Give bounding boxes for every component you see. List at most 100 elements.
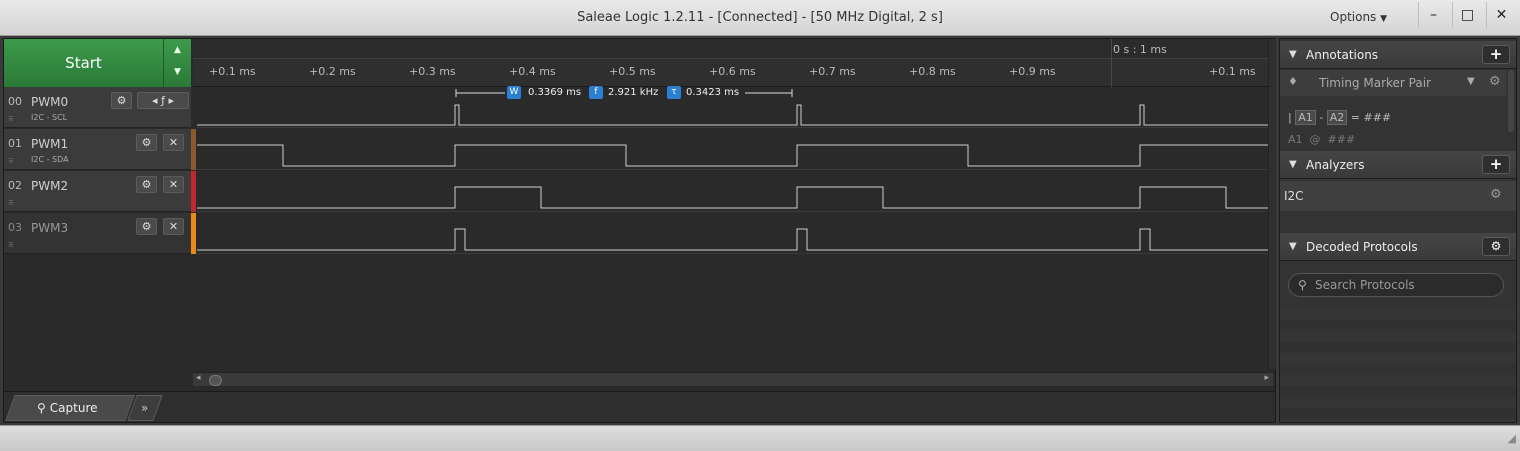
- tick-label: +0.6 ms: [709, 65, 756, 78]
- start-options-button[interactable]: ▲ ▼: [164, 39, 191, 87]
- ruler-top-bar: 0 s : 1 ms: [193, 39, 1268, 59]
- channel-color-bar: [191, 87, 196, 128]
- gear-icon[interactable]: ⚙: [136, 134, 157, 151]
- collapse-triangle-icon[interactable]: ▼: [1289, 241, 1297, 252]
- channel-row-0[interactable]: 00 PWM0 I2C - SCL ⁝⁝⁝⁝ ⚙ ◂ ƒ ▸: [4, 87, 191, 128]
- vertical-scrollbar[interactable]: [1268, 39, 1276, 369]
- analyzer-item[interactable]: I2C ⚙: [1280, 181, 1516, 211]
- start-button[interactable]: Start: [4, 39, 164, 87]
- waveform-pwm1: [197, 144, 1268, 167]
- analyzer-item-label: I2C: [1284, 189, 1304, 203]
- add-annotation-button[interactable]: +: [1482, 45, 1510, 64]
- annotations-scrollbar[interactable]: [1508, 70, 1514, 132]
- minimize-button[interactable]: –: [1418, 2, 1448, 28]
- decoded-protocols-header[interactable]: ▼ Decoded Protocols ⚙: [1280, 233, 1516, 261]
- a2-token[interactable]: A2: [1326, 110, 1348, 125]
- annotation-time-line: A1 @ ###: [1288, 133, 1356, 146]
- marker-pin-icon: ♦: [1288, 75, 1298, 88]
- trigger-selector[interactable]: ◂ ƒ ▸: [137, 92, 189, 109]
- channel-name[interactable]: PWM3: [31, 221, 68, 235]
- channel-row-2[interactable]: 02 PWM2 ⁝⁝⁝⁝ ⚙ ✕: [4, 171, 191, 212]
- gear-icon[interactable]: ⚙: [136, 176, 157, 193]
- channel-color-bar: [191, 129, 196, 170]
- tick-label: +0.8 ms: [909, 65, 956, 78]
- scroll-thumb[interactable]: [209, 375, 222, 386]
- channel-color-bar: [191, 171, 196, 212]
- app-window: Saleae Logic 1.2.11 - [Connected] - [50 …: [0, 0, 1520, 451]
- annotations-header[interactable]: ▼ Annotations +: [1280, 41, 1516, 69]
- scroll-right-icon[interactable]: ▸: [1264, 373, 1269, 383]
- tick-label: +0.9 ms: [1009, 65, 1056, 78]
- options-menu-button[interactable]: Options ▼: [1330, 10, 1387, 24]
- annotations-title: Annotations: [1306, 48, 1379, 62]
- channel-name[interactable]: PWM0: [31, 95, 68, 109]
- frequency-icon: f: [589, 86, 603, 99]
- channel-number: 03: [8, 221, 22, 234]
- formula-separator: -: [1319, 111, 1324, 124]
- gear-icon[interactable]: ⚙: [1489, 74, 1501, 89]
- decoded-protocols-list[interactable]: [1280, 309, 1516, 422]
- search-placeholder: Search Protocols: [1315, 278, 1415, 292]
- chevron-left-icon: ◂: [152, 94, 158, 107]
- gear-icon[interactable]: ⚙: [1490, 187, 1502, 202]
- waveform-track-2[interactable]: [197, 171, 1268, 212]
- gear-icon[interactable]: ⚙: [1482, 237, 1510, 256]
- channel-row-1[interactable]: 01 PWM1 I2C - SDA ⁝⁝⁝⁝ ⚙ ✕: [4, 129, 191, 170]
- collapse-triangle-icon[interactable]: ▼: [1289, 159, 1297, 170]
- channel-analyzer-label: I2C - SDA: [31, 155, 69, 164]
- channel-number: 01: [8, 137, 22, 150]
- time-ruler[interactable]: 0 s : 1 ms +0.1 ms +0.2 ms +0.3 ms +0.4 …: [193, 39, 1268, 87]
- marker-frequency-value: 2.921 kHz: [608, 87, 659, 98]
- analyzers-header[interactable]: ▼ Analyzers +: [1280, 151, 1516, 179]
- capture-icon: ⚲: [37, 401, 46, 415]
- channel-number: 02: [8, 179, 22, 192]
- waveform-track-3[interactable]: [197, 213, 1268, 254]
- channel-row-3[interactable]: 03 PWM3 ⁝⁝⁝⁝ ⚙ ✕: [4, 213, 191, 254]
- tick-label: +0.4 ms: [509, 65, 556, 78]
- bottom-tab-bar: ⚲ Capture »: [4, 391, 1275, 422]
- add-analyzer-button[interactable]: +: [1482, 155, 1510, 174]
- timing-marker-pair[interactable]: W 0.3369 ms f 2.921 kHz τ 0.3423 ms: [455, 86, 795, 100]
- chevron-down-icon[interactable]: ▼: [1467, 76, 1475, 87]
- waveform-pwm2: [197, 186, 1268, 209]
- search-icon: ⚲: [1298, 278, 1307, 292]
- ruler-origin-line: [1111, 39, 1112, 87]
- chevron-up-icon: ▲: [174, 45, 181, 55]
- channel-name[interactable]: PWM1: [31, 137, 68, 151]
- waveform-track-1[interactable]: [197, 129, 1268, 170]
- chevron-down-icon: ▼: [1380, 14, 1388, 24]
- a1-token[interactable]: A1: [1295, 110, 1316, 125]
- ruler-origin-label: 0 s : 1 ms: [1113, 43, 1167, 56]
- width-icon: W: [507, 86, 521, 99]
- drag-handle-icon[interactable]: ⁝⁝⁝⁝: [8, 115, 14, 123]
- trigger-edge-icon: ƒ: [161, 94, 165, 107]
- channel-number: 00: [8, 95, 22, 108]
- collapse-triangle-icon[interactable]: ▼: [1289, 49, 1297, 60]
- drag-handle-icon[interactable]: ⁝⁝⁝⁝: [8, 199, 14, 207]
- tab-capture[interactable]: ⚲ Capture: [5, 395, 135, 421]
- analyzers-title: Analyzers: [1306, 158, 1365, 172]
- close-icon[interactable]: ✕: [163, 176, 184, 193]
- tick-label: +0.2 ms: [309, 65, 356, 78]
- tick-label: +0.1 ms: [1209, 65, 1256, 78]
- close-button[interactable]: ✕: [1486, 2, 1516, 28]
- maximize-button[interactable]: □: [1452, 2, 1482, 28]
- marker-period-value: 0.3423 ms: [686, 87, 740, 98]
- gear-icon[interactable]: ⚙: [136, 218, 157, 235]
- search-protocols-input[interactable]: ⚲ Search Protocols: [1288, 273, 1504, 297]
- horizontal-scrollbar[interactable]: ◂ ▸: [193, 372, 1273, 386]
- channel-name[interactable]: PWM2: [31, 179, 68, 193]
- marker-width-value: 0.3369 ms: [528, 87, 582, 98]
- drag-handle-icon[interactable]: ⁝⁝⁝⁝: [8, 157, 14, 165]
- waveform-pwm3: [197, 228, 1268, 251]
- annotation-formula: | A1 - A2 = ###: [1288, 110, 1391, 125]
- period-icon: τ: [667, 86, 681, 99]
- drag-handle-icon[interactable]: ⁝⁝⁝⁝: [8, 241, 14, 249]
- close-icon[interactable]: ✕: [163, 134, 184, 151]
- close-icon[interactable]: ✕: [163, 218, 184, 235]
- annotation-item-label: Timing Marker Pair: [1319, 76, 1431, 90]
- annotation-item[interactable]: ♦ Timing Marker Pair ▼ ⚙: [1280, 70, 1506, 96]
- gear-icon[interactable]: ⚙: [111, 92, 132, 109]
- scroll-left-icon[interactable]: ◂: [196, 373, 201, 383]
- resize-grip-icon[interactable]: ◢: [1508, 432, 1516, 445]
